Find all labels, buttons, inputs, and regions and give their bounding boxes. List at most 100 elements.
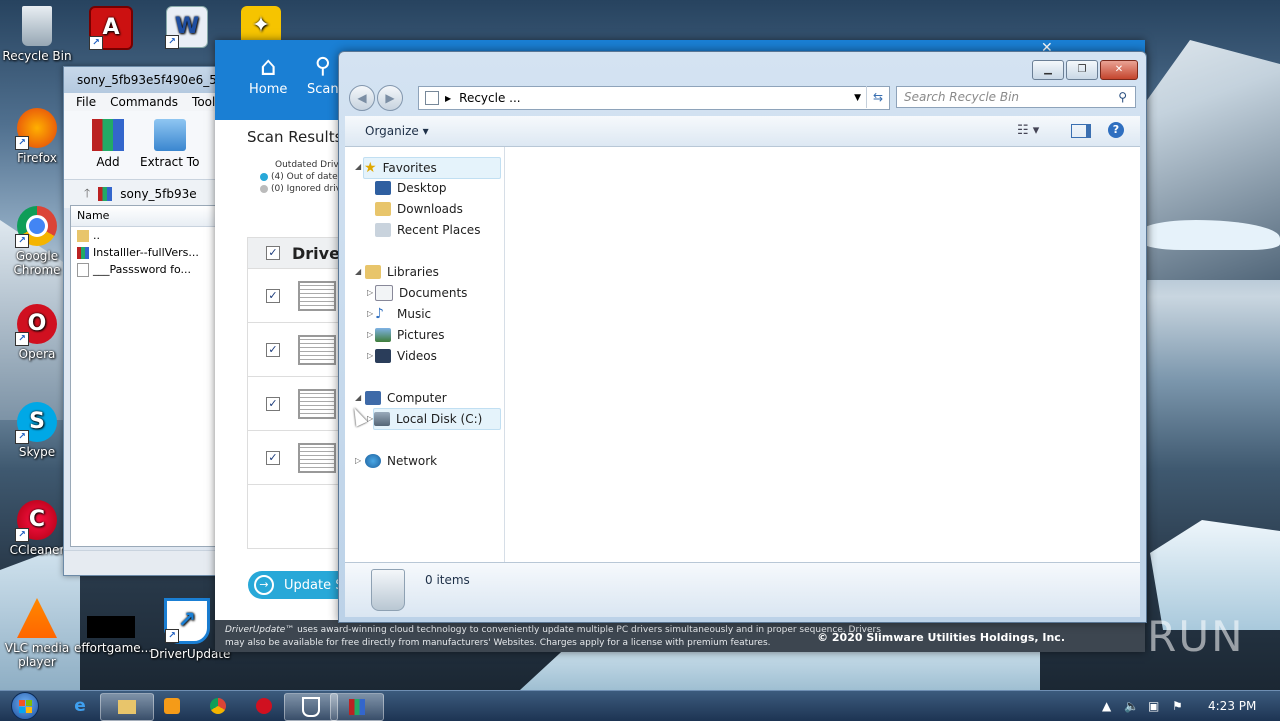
clock[interactable]: 4:23 PM bbox=[1208, 691, 1256, 721]
volume-icon[interactable]: 🔈 bbox=[1124, 691, 1139, 721]
driverupdate-icon bbox=[302, 697, 320, 717]
taskbar-opera[interactable] bbox=[238, 693, 290, 719]
minimize-button[interactable]: ▁ bbox=[1032, 60, 1064, 80]
arrow-right-icon: → bbox=[254, 575, 274, 595]
row-checkbox[interactable]: ✓ bbox=[266, 450, 280, 465]
nav-scan[interactable]: ⚲ Scan bbox=[307, 52, 339, 97]
taskbar-winrar[interactable] bbox=[330, 693, 384, 721]
nav-favorites[interactable]: ★ Favorites bbox=[363, 157, 501, 179]
device-icon bbox=[298, 442, 336, 473]
downloads-folder-icon bbox=[375, 202, 391, 216]
winrar-menu-bar: File Commands Tools bbox=[64, 93, 224, 111]
documents-icon bbox=[375, 285, 393, 301]
black-file-icon bbox=[87, 616, 135, 638]
expand-arrow-icon[interactable]: ◢ bbox=[355, 162, 361, 171]
desktop-icon-recycle-bin[interactable]: Recycle Bin bbox=[0, 6, 74, 63]
preview-pane-icon[interactable] bbox=[1071, 124, 1091, 138]
desktop-icon-vlc[interactable]: VLC media player bbox=[0, 598, 74, 669]
device-icon bbox=[298, 388, 336, 419]
expand-arrow-icon[interactable]: ◢ bbox=[355, 267, 361, 276]
nav-videos[interactable]: Videos bbox=[375, 346, 437, 366]
menu-commands[interactable]: Commands bbox=[110, 95, 178, 109]
winrar-window[interactable]: sony_5fb93e5f490e6_5fb File Commands Too… bbox=[63, 66, 225, 576]
nav-documents[interactable]: Documents bbox=[375, 283, 467, 303]
winrar-toolbar: Add Extract To bbox=[64, 111, 224, 179]
refresh-icon[interactable]: ⇆ bbox=[866, 86, 889, 108]
address-bar[interactable]: ▶ Recycle ... ▼ bbox=[418, 86, 890, 110]
nav-local-disk[interactable]: Local Disk (C:) bbox=[373, 408, 501, 430]
select-all-checkbox[interactable]: ✓ bbox=[266, 246, 280, 260]
nav-libraries[interactable]: Libraries bbox=[365, 262, 439, 282]
view-options-icon[interactable]: ☷ ▾ bbox=[1017, 123, 1039, 138]
list-item[interactable]: Installler--fullVers... bbox=[71, 244, 217, 261]
winrar-path-bar: 🡑 sony_5fb93e bbox=[64, 179, 224, 208]
taskbar-chrome[interactable] bbox=[192, 693, 244, 719]
nav-music[interactable]: ♪ Music bbox=[375, 304, 431, 324]
extract-to-button[interactable]: Extract To bbox=[140, 119, 199, 179]
nav-network[interactable]: Network bbox=[365, 451, 437, 471]
nav-computer[interactable]: Computer bbox=[365, 388, 447, 408]
text-file-icon bbox=[77, 262, 89, 277]
outdated-legend: Outdated Driv (4) Out of date (0) Ignore… bbox=[260, 159, 347, 195]
file-list-area[interactable] bbox=[505, 147, 1140, 562]
explorer-window[interactable]: ▁ ❐ ✕ ◀ ▶ ▶ Recycle ... ▼ ⇆ Search Recyc… bbox=[338, 51, 1147, 623]
maximize-button[interactable]: ❐ bbox=[1066, 60, 1098, 80]
expand-arrow-icon[interactable]: ▷ bbox=[367, 330, 373, 339]
nav-desktop[interactable]: Desktop bbox=[375, 178, 447, 198]
add-button[interactable]: Add bbox=[92, 119, 124, 179]
organize-menu[interactable]: Organize ▾ bbox=[365, 124, 429, 138]
nav-recent-places[interactable]: Recent Places bbox=[375, 220, 480, 240]
column-header-name[interactable]: Name bbox=[71, 206, 217, 227]
copyright: © 2020 Slimware Utilities Holdings, Inc. bbox=[817, 631, 1065, 644]
nav-pictures[interactable]: Pictures bbox=[375, 325, 445, 345]
expand-arrow-icon[interactable]: ▷ bbox=[367, 288, 373, 297]
help-icon[interactable]: ? bbox=[1108, 122, 1124, 138]
nav-downloads[interactable]: Downloads bbox=[375, 199, 463, 219]
desktop-icon-acrobat[interactable]: A ↗ bbox=[74, 6, 148, 53]
libraries-icon bbox=[365, 265, 381, 279]
desktop-icon-driverupdate[interactable]: ↗ ↗ DriverUpdate bbox=[150, 598, 230, 661]
expand-arrow-icon[interactable]: ▷ bbox=[355, 456, 361, 465]
show-hidden-icons[interactable]: ▲ bbox=[1102, 691, 1111, 721]
internet-explorer-icon: e bbox=[74, 696, 86, 716]
acrobat-icon: A ↗ bbox=[89, 6, 133, 50]
search-input[interactable]: Search Recycle Bin ⚲ bbox=[896, 86, 1136, 108]
media-player-icon bbox=[164, 698, 180, 714]
window-controls: ▁ ❐ ✕ bbox=[1032, 60, 1138, 80]
taskbar-ie[interactable]: e bbox=[54, 693, 106, 719]
menu-file[interactable]: File bbox=[76, 95, 96, 109]
ccleaner-icon: C ↗ bbox=[15, 500, 57, 542]
row-checkbox[interactable]: ✓ bbox=[266, 396, 280, 411]
up-arrow-icon[interactable]: 🡑 bbox=[84, 184, 90, 205]
row-checkbox[interactable]: ✓ bbox=[266, 342, 280, 357]
row-checkbox[interactable]: ✓ bbox=[266, 288, 280, 303]
home-icon: ⌂ bbox=[259, 52, 277, 82]
winrar-file-list[interactable]: Name .. Installler--fullVers... ___Passs… bbox=[70, 205, 218, 547]
expand-arrow-icon[interactable]: ▷ bbox=[367, 351, 373, 360]
network-tray-icon[interactable]: ▣ bbox=[1148, 691, 1159, 721]
nav-home[interactable]: ⌂ Home bbox=[249, 52, 287, 97]
details-pane: 0 items bbox=[345, 562, 1140, 617]
search-icon[interactable]: ⚲ bbox=[1118, 90, 1127, 104]
explorer-folder-icon bbox=[118, 700, 136, 714]
scan-results-heading: Scan Results bbox=[247, 128, 343, 146]
taskbar-media-player[interactable] bbox=[146, 693, 198, 719]
hard-drive-icon bbox=[374, 412, 390, 426]
expand-arrow-icon[interactable]: ◢ bbox=[355, 393, 361, 402]
expand-arrow-icon[interactable]: ▷ bbox=[367, 309, 373, 318]
back-button[interactable]: ◀ bbox=[349, 85, 375, 111]
close-button[interactable]: ✕ bbox=[1100, 60, 1138, 80]
breadcrumb-arrow-icon: ▶ bbox=[445, 93, 452, 103]
winrar-title-bar[interactable]: sony_5fb93e5f490e6_5fb bbox=[64, 67, 224, 93]
forward-button[interactable]: ▶ bbox=[377, 85, 403, 111]
list-item[interactable]: ___Passsword fo... bbox=[71, 261, 217, 278]
command-bar: Organize ▾ ☷ ▾ ? bbox=[345, 116, 1140, 147]
start-button[interactable] bbox=[4, 691, 46, 721]
folder-up-icon bbox=[77, 229, 89, 242]
add-archive-icon bbox=[92, 119, 124, 151]
desktop-icon-word[interactable]: W ↗ bbox=[150, 6, 224, 51]
list-item[interactable]: .. bbox=[71, 227, 217, 244]
action-center-flag-icon[interactable]: ⚑ bbox=[1172, 691, 1183, 721]
address-dropdown-icon[interactable]: ▼ bbox=[854, 93, 861, 103]
desktop-icon-effortgame[interactable]: effortgame... bbox=[74, 598, 152, 655]
